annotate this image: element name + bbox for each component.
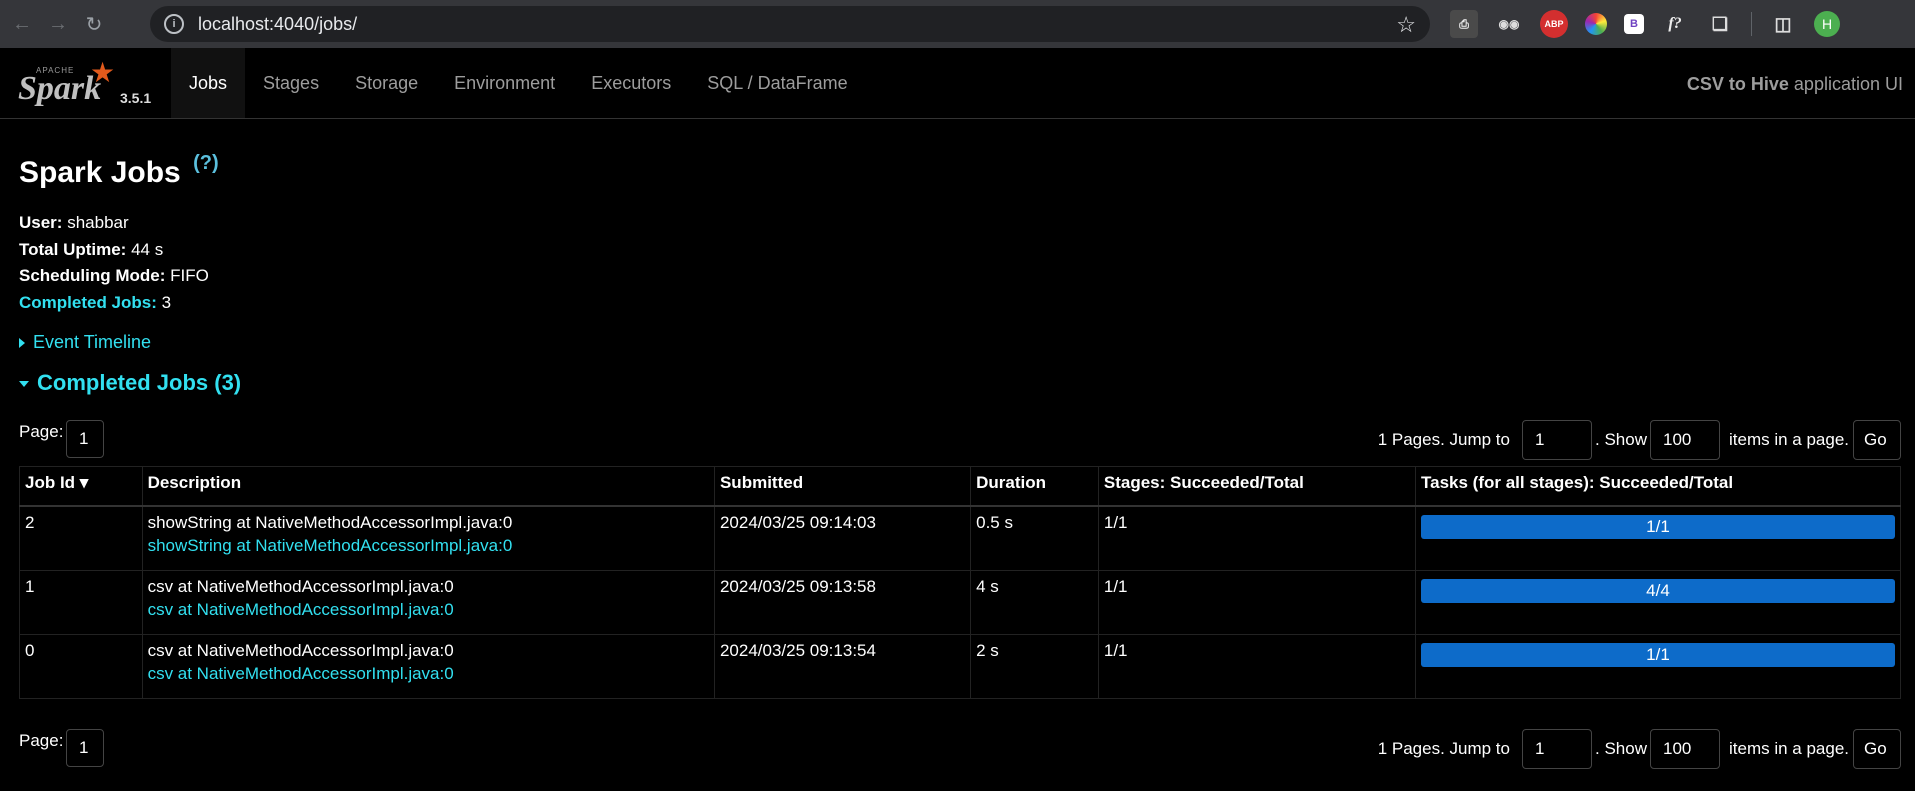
job-submitted: 2024/03/25 09:13:58 [713,570,972,635]
collapse-arrow-icon [19,381,29,388]
col-submitted[interactable]: Submitted [713,466,972,507]
job-summary: User: shabbar Total Uptime: 44 s Schedul… [19,213,209,312]
job-detail-link[interactable]: showString at NativeMethodAccessorImpl.j… [148,536,709,556]
job-stages: 1/1 [1097,505,1417,571]
printer-icon[interactable]: ⎙ [1450,10,1478,38]
tab-sql-dataframe[interactable]: SQL / DataFrame [689,48,865,118]
bookmark-star-icon[interactable]: ☆ [1396,12,1416,38]
adblock-icon[interactable]: ABP [1540,10,1568,38]
site-info-icon[interactable]: i [164,14,184,34]
uptime-value: 44 s [131,239,164,259]
formula-icon[interactable]: f? [1661,10,1689,38]
job-duration: 0.5 s [970,505,1099,571]
go-button[interactable]: Go [1853,420,1901,460]
scheduling-mode-value: FIFO [170,266,209,285]
completed-jobs-link[interactable]: Completed Jobs: [19,293,157,312]
nav-tabs: Jobs Stages Storage Environment Executor… [171,48,866,118]
job-submitted: 2024/03/25 09:14:03 [713,505,972,571]
tasks-progress-bar: 1/1 [1421,643,1895,667]
reload-icon[interactable]: ↻ [80,10,108,38]
job-id: 1 [19,570,143,635]
tasks-progress-bar: 1/1 [1421,515,1895,539]
colorwheel-icon[interactable] [1585,13,1607,35]
forward-icon[interactable]: → [44,10,72,38]
job-stages: 1/1 [1097,570,1417,635]
user-value: shabbar [67,213,129,232]
help-link[interactable]: (?) [193,152,219,174]
bootstrap-icon[interactable]: B [1624,14,1644,34]
job-tasks: 4/4 [1415,570,1901,635]
sidepanel-icon[interactable]: ◫ [1769,10,1797,38]
completed-jobs-table: Job Id ▾ Description Submitted Duration … [19,466,1901,699]
job-stages: 1/1 [1097,634,1417,699]
profile-avatar[interactable]: H [1814,11,1840,37]
job-description: csv at NativeMethodAccessorImpl.java:0 cs… [141,570,715,635]
page-title: Spark Jobs (?) [19,152,219,189]
extensions-bar: ⎙ ◉◉ ABP B f? ❏ ◫ H [1450,10,1840,38]
table-row: 1 csv at NativeMethodAccessorImpl.java:0… [19,570,1901,635]
tab-environment[interactable]: Environment [436,48,573,118]
job-id: 0 [19,634,143,699]
tab-stages[interactable]: Stages [245,48,337,118]
spark-star-icon: ★ [90,57,116,88]
page-size-input[interactable]: 100 [1650,420,1720,460]
application-name: CSV to Hive application UI [1686,74,1903,94]
url-text[interactable]: localhost:4040/jobs/ [198,14,357,35]
pager-top: Page: 1 1 Pages. Jump to 1 . Show 100 it… [19,414,1901,460]
col-stages[interactable]: Stages: Succeeded/Total [1097,466,1417,507]
expand-arrow-icon [19,338,25,349]
col-description[interactable]: Description [141,466,715,507]
completed-jobs-header[interactable]: Completed Jobs (3) [19,370,241,396]
completed-jobs-count: 3 [161,292,172,312]
event-timeline-toggle[interactable]: Event Timeline [19,332,151,353]
col-job-id[interactable]: Job Id ▾ [19,466,143,507]
col-duration[interactable]: Duration [970,466,1099,507]
tasks-progress-bar: 4/4 [1421,579,1895,603]
go-button[interactable]: Go [1853,729,1901,769]
pager-bottom: Page: 1 1 Pages. Jump to 1 . Show 100 it… [19,723,1901,769]
address-bar[interactable]: i localhost:4040/jobs/ ☆ [150,6,1430,42]
puzzle-icon[interactable]: ❏ [1706,10,1734,38]
job-submitted: 2024/03/25 09:13:54 [713,634,972,699]
tab-executors[interactable]: Executors [573,48,689,118]
tab-jobs[interactable]: Jobs [171,48,246,118]
job-tasks: 1/1 [1415,634,1901,699]
col-tasks[interactable]: Tasks (for all stages): Succeeded/Total [1415,466,1901,507]
job-duration: 2 s [970,634,1099,699]
job-tasks: 1/1 [1415,505,1901,571]
page-number-link[interactable]: 1 [66,729,104,767]
spark-logo[interactable]: APACHE Spark ★ [18,56,116,107]
spark-version: 3.5.1 [120,90,152,106]
job-detail-link[interactable]: csv at NativeMethodAccessorImpl.java:0 [148,664,709,684]
job-duration: 4 s [970,570,1099,635]
page-number-link[interactable]: 1 [66,420,104,458]
jump-to-page-input[interactable]: 1 [1522,729,1592,769]
page-size-input[interactable]: 100 [1650,729,1720,769]
job-description: showString at NativeMethodAccessorImpl.j… [141,505,715,571]
back-icon[interactable]: ← [8,10,36,38]
table-header-row: Job Id ▾ Description Submitted Duration … [19,466,1901,507]
browser-toolbar: ← → ↻ i localhost:4040/jobs/ ☆ ⎙ ◉◉ ABP … [0,0,1915,48]
tab-storage[interactable]: Storage [337,48,436,118]
table-row: 2 showString at NativeMethodAccessorImpl… [19,505,1901,571]
job-id: 2 [19,505,143,571]
table-row: 0 csv at NativeMethodAccessorImpl.java:0… [19,634,1901,699]
toolbar-divider [1751,12,1752,36]
spy-icon[interactable]: ◉◉ [1495,10,1523,38]
job-detail-link[interactable]: csv at NativeMethodAccessorImpl.java:0 [148,600,709,620]
job-description: csv at NativeMethodAccessorImpl.java:0 cs… [141,634,715,699]
spark-navbar: APACHE Spark ★ 3.5.1 Jobs Stages Storage… [0,48,1915,119]
jump-to-page-input[interactable]: 1 [1522,420,1592,460]
